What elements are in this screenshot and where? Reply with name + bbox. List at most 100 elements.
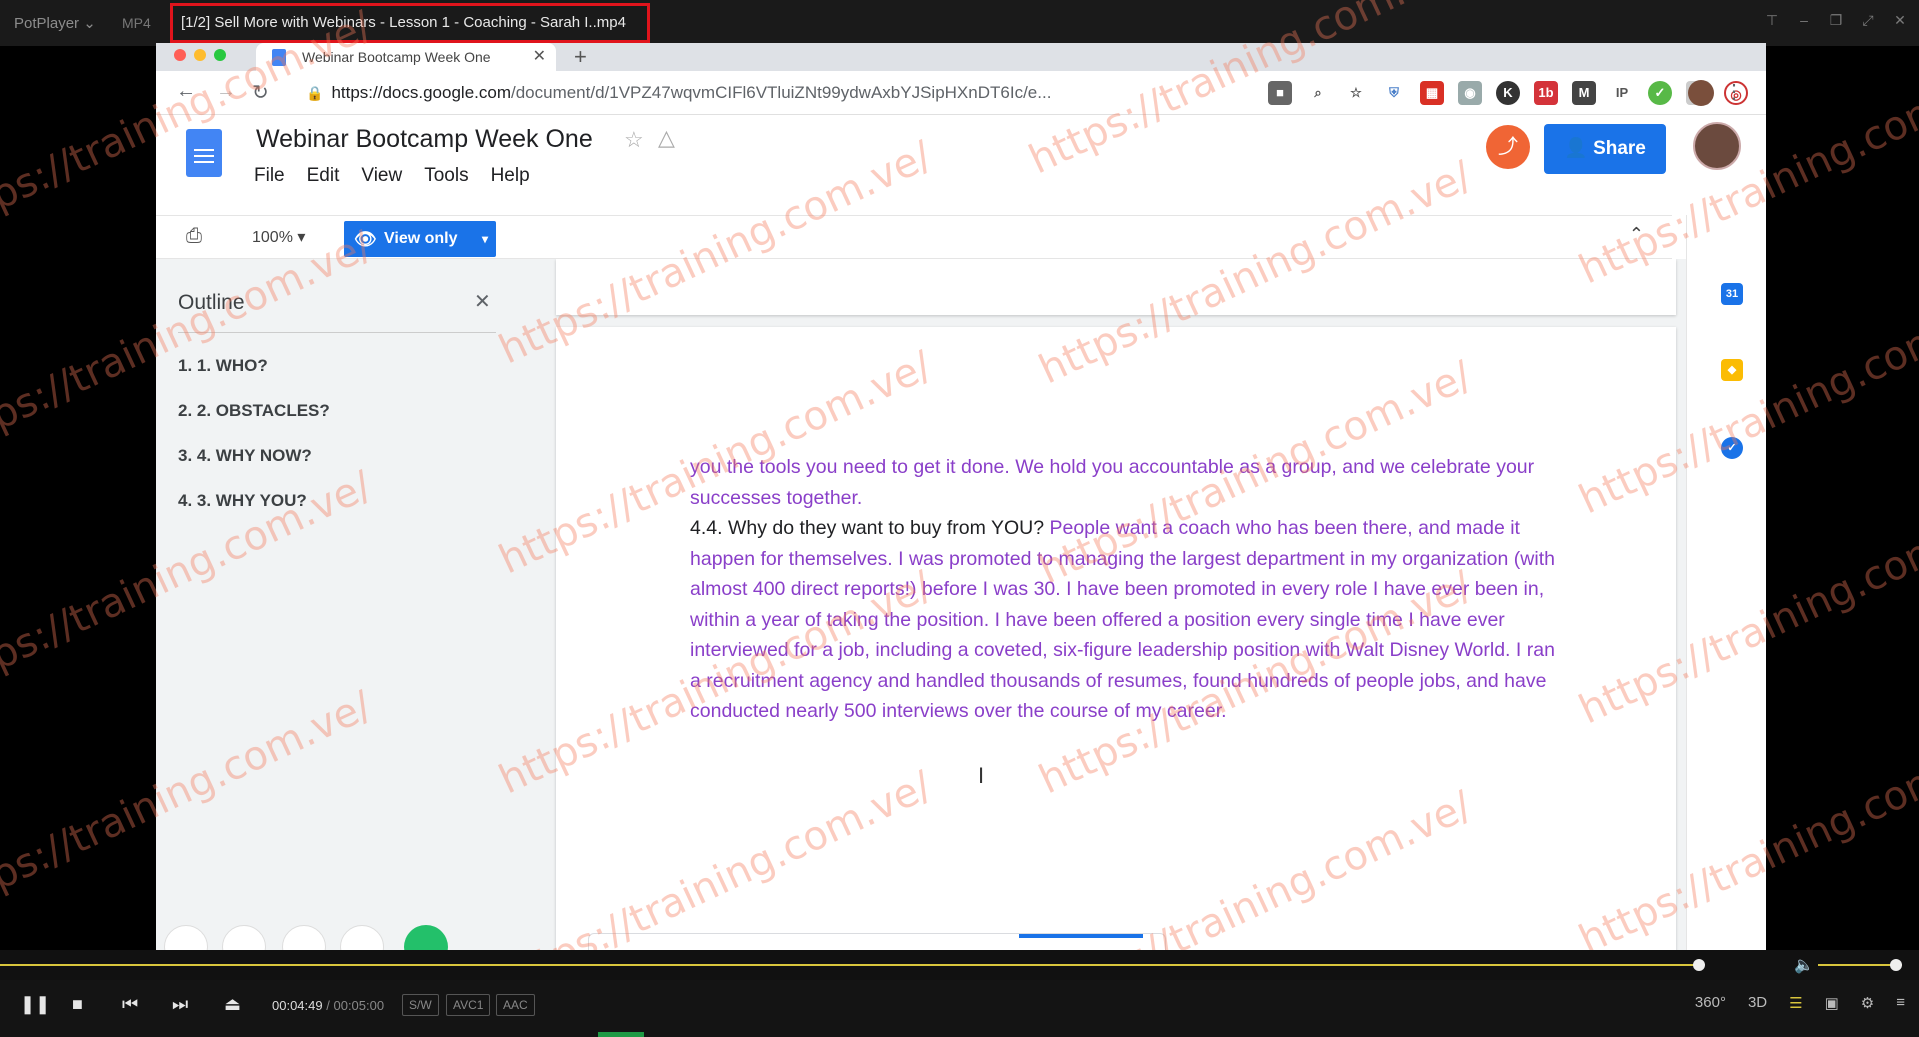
keep-icon[interactable]: ◆ [1721, 359, 1743, 381]
total-time: 00:05:00 [333, 998, 385, 1013]
time-separator: / [326, 998, 330, 1013]
extension-red-icon[interactable]: ▦ [1420, 81, 1444, 105]
close-dot-icon[interactable] [174, 49, 186, 61]
minimize-dot-icon[interactable] [194, 49, 206, 61]
url-path: /document/d/1VPZ47wqvmCIFl6VTluiZNt99ydw… [510, 83, 1052, 102]
next-icon[interactable]: ⏭ [172, 994, 188, 1015]
extension-k-icon[interactable]: K [1496, 81, 1520, 105]
vr-360-button[interactable]: 360° [1695, 994, 1726, 1012]
sw-badge[interactable]: S/W [402, 994, 439, 1016]
docs-favicon-icon [272, 49, 286, 66]
document-title[interactable]: Webinar Bootcamp Week One [256, 125, 593, 154]
outline-panel: Outline ✕ 1. 1. WHO? 2. 2. OBSTACLES? 3.… [156, 259, 546, 950]
minimize-icon[interactable]: – [1795, 12, 1813, 29]
3d-button[interactable]: 3D [1748, 994, 1767, 1012]
status-indicator [598, 1032, 644, 1037]
back-icon[interactable]: ← [176, 80, 196, 103]
zoom-select[interactable]: 100% ▾ [252, 227, 305, 247]
bottom-banner [588, 933, 1166, 950]
pin-icon[interactable]: ⊤ [1763, 12, 1781, 29]
docs-header: Webinar Bootcamp Week One ☆ △ File Edit … [156, 115, 1766, 215]
forward-icon[interactable]: → [216, 80, 236, 103]
player-brand-menu[interactable]: PotPlayer ⌄ [14, 14, 96, 32]
share-button[interactable]: 👤 Share [1544, 124, 1666, 174]
traffic-lights [174, 49, 226, 61]
menu-view[interactable]: View [361, 165, 402, 187]
shield-extension-icon[interactable]: ⛨ [1382, 81, 1406, 105]
extension-m-icon[interactable]: M [1572, 81, 1596, 105]
user-avatar[interactable] [1693, 122, 1741, 170]
new-tab-icon[interactable]: + [574, 43, 587, 71]
present-icon[interactable]: ⤴ [1486, 125, 1530, 169]
calendar-icon[interactable]: 31 [1721, 283, 1743, 305]
player-file-title: [1/2] Sell More with Webinars - Lesson 1… [170, 3, 650, 43]
menu-tools[interactable]: Tools [424, 165, 468, 187]
volume-icon[interactable]: 🔈 [1794, 955, 1814, 975]
extension-v-icon[interactable]: ✓ [1648, 81, 1672, 105]
codec-badge[interactable]: AVC1 [446, 994, 491, 1016]
menu-help[interactable]: Help [491, 165, 530, 187]
outline-divider [178, 332, 496, 333]
section-heading: 4.4. Why do they want to buy from YOU? [690, 517, 1045, 539]
reload-icon[interactable]: ↻ [252, 80, 269, 105]
lock-icon: 🔒 [306, 85, 324, 101]
document-body[interactable]: you the tools you need to get it done. W… [690, 452, 1570, 727]
tab-close-icon[interactable]: ✕ [533, 43, 546, 71]
chevron-up-icon[interactable]: ⌃ [1629, 224, 1644, 245]
docs-logo-icon[interactable] [186, 129, 222, 177]
seek-handle[interactable] [1693, 959, 1705, 971]
zoom-icon[interactable]: ⌕ [1306, 81, 1330, 105]
previous-icon[interactable]: ⏮ [122, 994, 138, 1015]
bookmark-star-icon[interactable]: ☆ [1344, 81, 1368, 105]
outline-item[interactable]: 1. 1. WHO? [178, 356, 268, 376]
outline-item[interactable]: 3. 4. WHY NOW? [178, 446, 312, 466]
seek-track[interactable] [0, 964, 1699, 966]
pause-icon[interactable]: ❚❚ [20, 994, 50, 1015]
outline-item[interactable]: 4. 3. WHY YOU? [178, 491, 307, 511]
volume-handle[interactable] [1890, 959, 1902, 971]
extension-1b-icon[interactable]: 1b [1534, 81, 1558, 105]
menu-icon[interactable]: ≡ [1896, 994, 1905, 1012]
restore-icon[interactable]: ❐ [1827, 12, 1845, 29]
chevron-down-icon: ▾ [481, 232, 488, 246]
stop-icon[interactable]: ■ [72, 994, 83, 1015]
outline-title: Outline [178, 291, 245, 314]
browser-profile-avatar[interactable] [1688, 80, 1714, 106]
window-controls: ⊤ – ❐ ⤢ ✕ [1763, 12, 1909, 29]
url-host: https://docs.google.com [331, 83, 511, 102]
drive-icon[interactable]: △ [658, 125, 675, 151]
seek-bar[interactable]: 🔈 [0, 950, 1919, 980]
playlist-search-icon[interactable]: ☰ [1789, 994, 1802, 1012]
extensions-bar: ■ ⌕ ☆ ⛨ ▦ ◉ K 1b M IP ✓ P ◎ [1268, 81, 1748, 105]
outline-item[interactable]: 2. 2. OBSTACLES? [178, 401, 330, 421]
extension-eye-icon[interactable]: ◉ [1458, 81, 1482, 105]
screen-icon[interactable]: ▣ [1825, 994, 1839, 1012]
docs-menu-bar: File Edit View Tools Help [254, 165, 530, 187]
camera-icon[interactable]: ■ [1268, 81, 1292, 105]
settings-gear-icon[interactable]: ⚙ [1861, 994, 1874, 1012]
eject-icon[interactable]: ⏏ [224, 994, 241, 1015]
tab-docs[interactable]: Webinar Bootcamp Week One ✕ [256, 43, 556, 71]
star-icon[interactable]: ☆ [624, 127, 644, 153]
view-only-button[interactable]: 👁 View only ▾ [344, 221, 496, 257]
previous-page [556, 259, 1676, 315]
zoom-dot-icon[interactable] [214, 49, 226, 61]
document-page[interactable]: you the tools you need to get it done. W… [556, 327, 1676, 950]
share-label: Share [1593, 138, 1646, 159]
text-cursor-icon: I [978, 763, 985, 788]
paragraph: you the tools you need to get it done. W… [690, 456, 1535, 509]
extension-ip-icon[interactable]: IP [1610, 81, 1634, 105]
paragraph-text: People want a coach who has been there, … [690, 517, 1555, 722]
tasks-icon[interactable]: ✓ [1721, 437, 1743, 459]
menu-edit[interactable]: Edit [307, 165, 340, 187]
address-bar: ← → ↻ 🔒 https://docs.google.com/document/… [156, 71, 1766, 115]
fullscreen-icon[interactable]: ⤢ [1859, 12, 1877, 29]
audio-badge[interactable]: AAC [496, 994, 535, 1016]
menu-file[interactable]: File [254, 165, 285, 187]
close-outline-icon[interactable]: ✕ [474, 289, 491, 314]
url-field[interactable]: 🔒 https://docs.google.com/document/d/1VPZ… [306, 79, 1266, 107]
close-icon[interactable]: ✕ [1891, 12, 1909, 29]
player-controls: ❚❚ ■ ⏮ ⏭ ⏏ 00:04:49 / 00:05:00 S/W AVC1 … [0, 980, 1919, 1037]
browser-menu-icon[interactable]: ⋮ [1724, 79, 1744, 104]
print-icon[interactable]: ⎙ [186, 225, 202, 248]
